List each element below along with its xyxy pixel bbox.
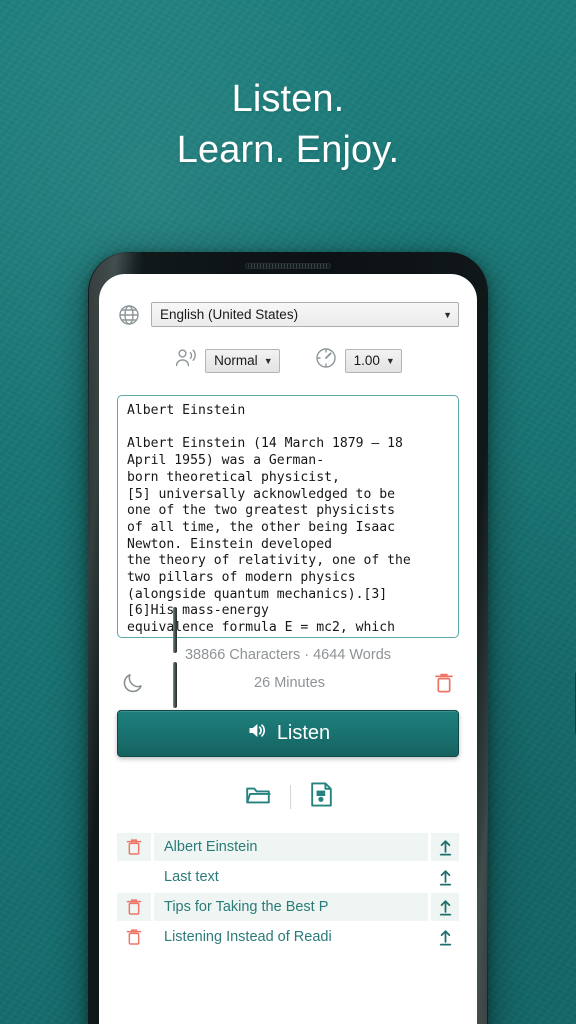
text-input-content: Albert Einstein Albert Einstein (14 Marc…	[127, 403, 411, 636]
headline-line-1: Listen.	[231, 78, 345, 120]
history-row[interactable]: Last text	[117, 863, 459, 891]
trash-icon[interactable]	[433, 671, 455, 695]
voice-select-value: Normal	[214, 353, 258, 368]
character-word-count: 38866 Characters · 4644 Words	[184, 647, 392, 663]
estimated-duration: 26 Minutes	[254, 674, 325, 691]
phone-screen: English (United States) ▼ Normal ▼ 1.00 …	[99, 274, 477, 1024]
voice-profile-icon	[174, 347, 198, 374]
load-history-item-icon[interactable]	[431, 863, 459, 891]
headline: Listen. Learn. Enjoy.	[0, 74, 576, 175]
headline-line-2: Learn. Enjoy.	[176, 128, 400, 171]
voice-and-speed-row: Normal ▼ 1.00 ▼	[117, 346, 459, 375]
history-row[interactable]: Albert Einstein	[117, 833, 459, 861]
history-row[interactable]: Tips for Taking the Best P	[117, 893, 459, 921]
history-item-label[interactable]: Last text	[154, 863, 428, 891]
voice-select[interactable]: Normal ▼	[205, 348, 280, 373]
load-history-item-icon[interactable]	[431, 923, 459, 951]
phone-device-mockup: English (United States) ▼ Normal ▼ 1.00 …	[88, 252, 576, 1024]
load-history-item-icon[interactable]	[431, 833, 459, 861]
history-list: Albert Einstein Last text Tips for Takin…	[117, 833, 459, 951]
speed-select[interactable]: 1.00 ▼	[344, 348, 402, 373]
chevron-down-icon: ▼	[263, 355, 273, 366]
file-actions-row	[117, 781, 459, 813]
text-input-area[interactable]: Albert Einstein Albert Einstein (14 Marc…	[117, 395, 459, 638]
language-select-value: English (United States)	[160, 307, 299, 322]
language-select[interactable]: English (United States) ▼	[151, 302, 459, 327]
history-item-label[interactable]: Albert Einstein	[154, 833, 428, 861]
language-row: English (United States) ▼	[117, 302, 459, 327]
chevron-down-icon: ▼	[385, 355, 395, 366]
speedometer-icon	[314, 346, 338, 375]
history-item-label[interactable]: Tips for Taking the Best P	[154, 893, 428, 921]
delete-history-item-icon[interactable]	[117, 923, 151, 951]
app-content: English (United States) ▼ Normal ▼ 1.00 …	[99, 274, 477, 1024]
voice-group: Normal ▼	[174, 347, 280, 374]
delete-history-item-icon[interactable]	[117, 893, 151, 921]
moon-icon[interactable]	[121, 670, 146, 695]
delete-history-item-icon[interactable]	[117, 833, 151, 861]
speed-select-value: 1.00	[353, 353, 380, 368]
listen-button-label: Listen	[276, 722, 331, 744]
listen-button[interactable]: Listen	[117, 710, 459, 757]
volume-up-button[interactable]	[173, 607, 177, 653]
speed-group: 1.00 ▼	[314, 346, 402, 375]
earpiece-speaker	[245, 263, 331, 269]
volume-down-button[interactable]	[173, 662, 177, 708]
divider	[289, 785, 291, 809]
globe-icon	[117, 303, 141, 327]
load-history-item-icon[interactable]	[431, 893, 459, 921]
chevron-down-icon: ▼	[443, 309, 452, 320]
history-row[interactable]: Listening Instead of Readi	[117, 923, 459, 951]
save-file-icon[interactable]	[309, 781, 333, 813]
meta-row: 26 Minutes	[117, 670, 459, 695]
speaker-icon	[246, 720, 267, 747]
history-item-label[interactable]: Listening Instead of Readi	[154, 923, 428, 951]
folder-icon[interactable]	[244, 782, 272, 813]
delete-history-item-placeholder	[117, 863, 151, 891]
